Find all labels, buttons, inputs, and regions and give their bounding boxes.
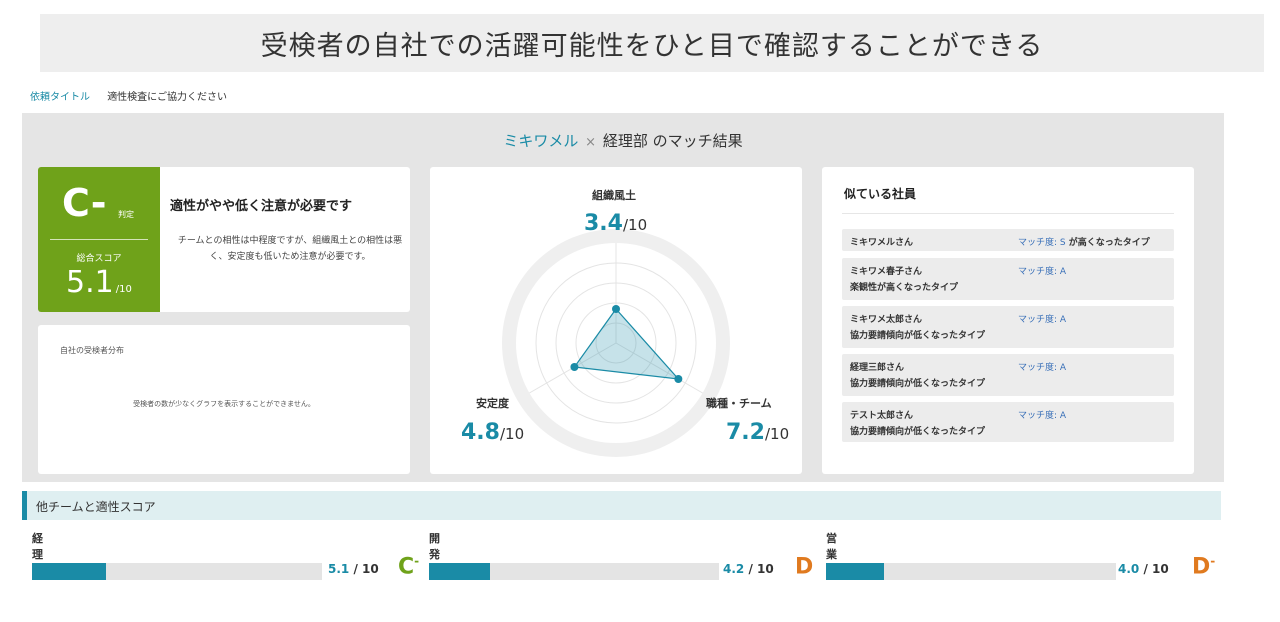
banner-title: 受検者の自社での活躍可能性をひと目で確認することができる [260,30,1044,62]
similar-divider [842,213,1174,214]
employee-name: ミキワメ太郎さん [850,315,923,325]
times-sign: × [585,135,597,150]
employee-match: マッチ度: S が高くなったタイプ [1018,235,1150,248]
employee-match: マッチ度: A [1018,411,1067,421]
grade-description: チームとの相性は中程度ですが、組織風土との相性は悪く、安定度も低いため注意が必要… [177,236,403,262]
team-score-fill [429,563,490,580]
axis-score-culture: 3.4/10 [584,211,647,236]
banner: 受検者の自社での活躍可能性をひと目で確認することができる [40,14,1264,72]
team-grade-letter: D [795,554,814,580]
team-score-value: 4.2 [723,562,745,576]
axis-score-team: 7.2/10 [726,420,789,445]
team-score-max: / 10 [1143,562,1169,576]
employee-name: テスト太郎さん [850,411,914,421]
total-score-label: 総合スコア [76,254,122,264]
other-teams-header: 他チームと適性スコア [22,491,1221,520]
similar-employees-title: 似ている社員 [844,187,917,201]
axis-score-team-max: /10 [764,425,790,443]
employee-match-rest: が高くなったタイプ [1065,238,1150,248]
radar-point [612,305,620,313]
total-score: 5.1/10 [66,265,132,300]
team-grade: D- [1192,554,1215,579]
grade-divider [50,239,148,240]
employee-match: マッチ度: A [1018,315,1067,325]
employee-type: 協力要請傾向が低くなったタイプ [850,427,986,437]
radar-point [570,363,579,371]
radar-card: 組織風土 3.4/10 職種・チーム 7.2/10 安定度 4.8/10 [430,167,802,474]
match-title: ミキワメル × 経理部 のマッチ結果 [0,130,1246,151]
team-grade-letter: C [398,554,415,580]
radar-point [674,375,683,383]
request-title-value: 適性検査にご協力ください [107,92,227,103]
team-grade-letter: D [1192,554,1211,580]
axis-score-team-value: 7.2 [726,420,765,445]
distribution-card: 自社の受検者分布 受検者の数が少なくグラフを表示することができません。 [38,325,410,474]
request-title-label: 依頼タイトル [30,92,90,103]
header-accent-bar [22,491,27,520]
grade-heading: 適性がやや低く注意が必要です [170,199,353,214]
axis-label-team: 職種・チーム [706,397,772,410]
team-grade-sup: - [414,554,420,568]
employee-type: 協力要請傾向が低くなったタイプ [850,379,986,389]
distribution-title: 自社の受検者分布 [60,346,124,355]
team-score-value: 5.1 [328,562,350,576]
employee-item[interactable]: 経理三郎さん マッチ度: A 協力要請傾向が低くなったタイプ [842,354,1174,396]
team-score-track [429,563,719,580]
axis-score-culture-value: 3.4 [584,211,623,236]
candidate-name[interactable]: ミキワメル [503,132,578,150]
employee-match-grade: マッチ度: S [1018,238,1066,248]
axis-label-stability: 安定度 [476,397,509,410]
axis-score-stability: 4.8/10 [461,420,524,445]
employee-item[interactable]: テスト太郎さん マッチ度: A 協力要請傾向が低くなったタイプ [842,402,1174,442]
employee-match: マッチ度: A [1018,267,1067,277]
team-score-fill [32,563,106,580]
distribution-message: 受検者の数が少なくグラフを表示することができません。 [133,400,315,408]
axis-score-culture-max: /10 [622,216,648,234]
team-grade: D [795,554,813,579]
team-score-value: 4.0 [1118,562,1140,576]
team-grade: C- [398,554,419,579]
match-title-rest: 経理部 のマッチ結果 [602,132,743,150]
axis-label-culture: 組織風土 [592,189,636,202]
employee-item[interactable]: ミキワメルさん マッチ度: S が高くなったタイプ [842,229,1174,251]
team-score-track [826,563,1116,580]
team-score: 5.1 / 10 [328,562,379,576]
total-score-max: /10 [115,284,132,295]
total-score-value: 5.1 [66,265,114,300]
team-score: 4.0 / 10 [1118,562,1169,576]
employee-name: ミキワメ春子さん [850,267,923,277]
grade-sub-label: 判定 [118,210,134,219]
axis-score-stability-max: /10 [499,425,525,443]
other-teams-header-text: 他チームと適性スコア [36,500,156,514]
employee-type: 楽観性が高くなったタイプ [850,283,959,293]
employee-item[interactable]: ミキワメ春子さん マッチ度: A 楽観性が高くなったタイプ [842,258,1174,300]
grade-letter: C- [62,181,107,225]
team-score-max: / 10 [748,562,774,576]
team-score-max: / 10 [353,562,379,576]
team-score: 4.2 / 10 [723,562,774,576]
team-score-track [32,563,322,580]
employee-name: ミキワメルさん [850,238,914,248]
request-title-row: 依頼タイトル 適性検査にご協力ください [30,88,227,103]
team-grade-sup: - [1210,554,1216,568]
grade-box: C- 判定 総合スコア 5.1/10 [38,167,160,312]
team-score-fill [826,563,884,580]
axis-score-stability-value: 4.8 [461,420,500,445]
similar-employees-card: 似ている社員 ミキワメルさん マッチ度: S が高くなったタイプ ミキワメ春子さ… [822,167,1194,474]
employee-match: マッチ度: A [1018,363,1067,373]
employee-type: 協力要請傾向が低くなったタイプ [850,331,986,341]
employee-item[interactable]: ミキワメ太郎さん マッチ度: A 協力要請傾向が低くなったタイプ [842,306,1174,348]
employee-name: 経理三郎さん [850,363,905,373]
grade-card: C- 判定 総合スコア 5.1/10 適性がやや低く注意が必要です チームとの相… [38,167,410,312]
